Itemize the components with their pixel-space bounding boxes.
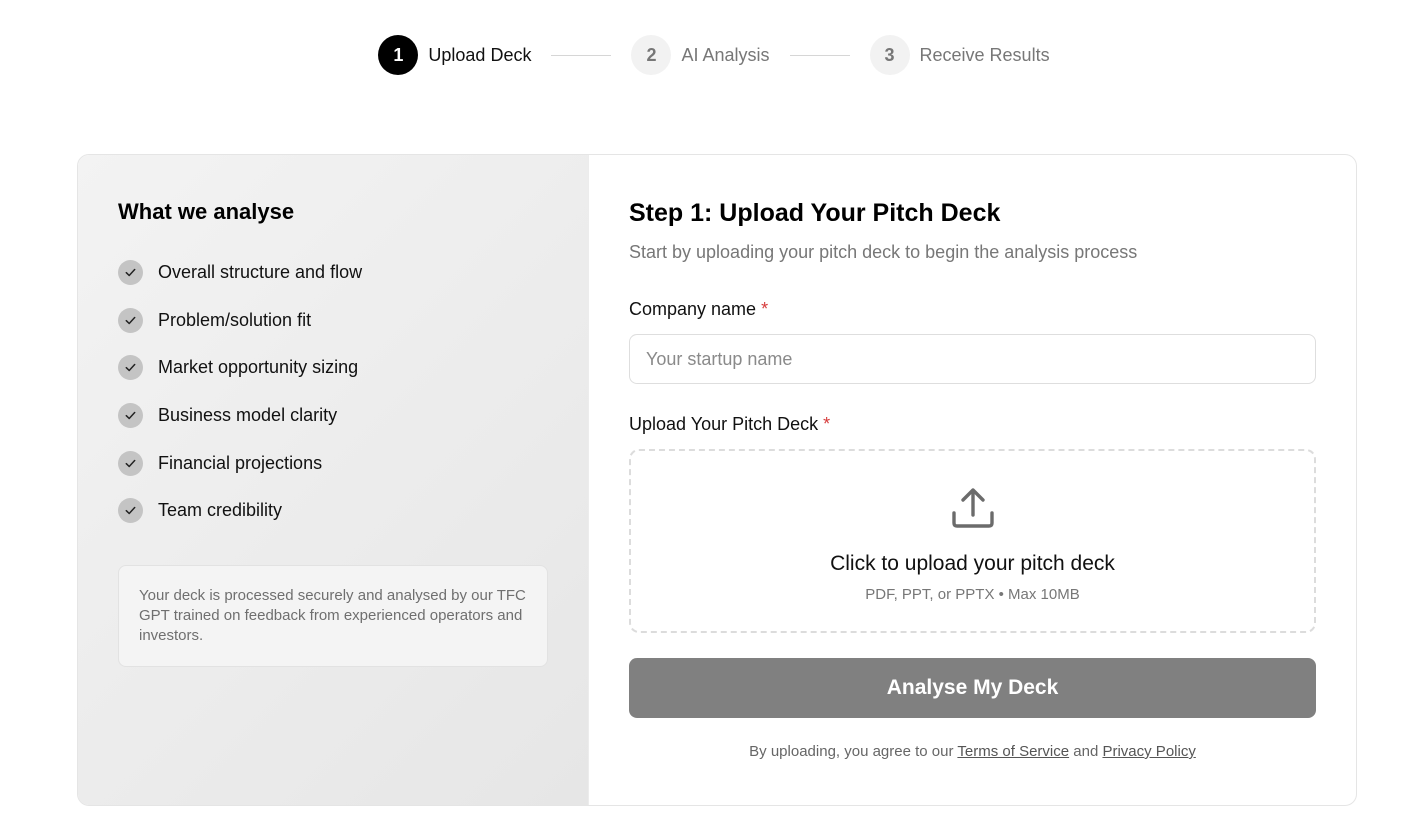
company-name-label: Company name *	[629, 299, 1316, 320]
check-icon	[118, 498, 143, 524]
form-title: Step 1: Upload Your Pitch Deck	[629, 199, 1001, 227]
list-item: Overall structure and flow	[118, 249, 548, 297]
list-item: Financial projections	[118, 439, 548, 487]
legal-notice: By uploading, you agree to our Terms of …	[629, 743, 1316, 760]
required-mark: *	[823, 414, 831, 434]
check-icon	[118, 403, 143, 429]
check-icon	[118, 355, 143, 381]
upload-deck-label-text: Upload Your Pitch Deck	[629, 414, 819, 434]
form-subtitle: Start by uploading your pitch deck to be…	[629, 242, 1138, 262]
company-name-label-text: Company name	[629, 299, 757, 319]
terms-of-service-link[interactable]: Terms of Service	[957, 743, 1069, 760]
dropzone-title: Click to upload your pitch deck	[830, 552, 1115, 575]
file-dropzone[interactable]: Click to upload your pitch deck PDF, PPT…	[629, 449, 1316, 633]
progress-stepper: 1 Upload Deck 2 AI Analysis 3 Receive Re…	[0, 34, 1428, 76]
step-label-3: Receive Results	[919, 44, 1050, 65]
feature-text: Business model clarity	[158, 405, 338, 426]
list-item: Market opportunity sizing	[118, 344, 548, 392]
security-note: Your deck is processed securely and anal…	[118, 564, 548, 667]
list-item: Problem/solution fit	[118, 297, 548, 345]
upload-icon	[950, 485, 996, 552]
dropzone-file-hint: PDF, PPT, or PPTX • Max 10MB	[865, 586, 1080, 603]
analysis-info-panel: What we analyse Overall structure and fl…	[78, 155, 588, 805]
company-name-input[interactable]	[629, 334, 1316, 384]
step-label-2: AI Analysis	[681, 44, 770, 65]
step-receive-results: 3 Receive Results	[869, 35, 1050, 75]
info-title: What we analyse	[118, 199, 295, 224]
step-number-3: 3	[869, 35, 910, 75]
step-label-1: Upload Deck	[428, 44, 532, 65]
step-upload-deck: 1 Upload Deck	[378, 35, 531, 75]
check-icon	[118, 450, 143, 476]
feature-text: Problem/solution fit	[158, 309, 312, 330]
legal-and: and	[1069, 743, 1103, 760]
feature-list: Overall structure and flow Problem/solut…	[118, 249, 548, 535]
check-icon	[118, 307, 143, 333]
step-connector	[551, 54, 612, 56]
list-item: Team credibility	[118, 487, 548, 535]
analyse-deck-button[interactable]: Analyse My Deck	[629, 658, 1316, 718]
privacy-policy-link[interactable]: Privacy Policy	[1102, 743, 1195, 760]
upload-deck-label: Upload Your Pitch Deck *	[629, 414, 1316, 435]
legal-prefix: By uploading, you agree to our	[749, 743, 958, 760]
feature-text: Market opportunity sizing	[158, 357, 359, 378]
step-number-1: 1	[378, 35, 419, 75]
feature-text: Team credibility	[158, 500, 283, 521]
step-number-2: 2	[631, 35, 672, 75]
step-connector	[789, 54, 850, 56]
step-ai-analysis: 2 AI Analysis	[631, 35, 770, 75]
feature-text: Overall structure and flow	[158, 262, 363, 283]
required-mark: *	[761, 299, 769, 319]
list-item: Business model clarity	[118, 392, 548, 440]
upload-card: What we analyse Overall structure and fl…	[77, 154, 1357, 806]
upload-form-panel: Step 1: Upload Your Pitch Deck Start by …	[588, 155, 1356, 805]
feature-text: Financial projections	[158, 452, 323, 473]
check-icon	[118, 260, 143, 286]
